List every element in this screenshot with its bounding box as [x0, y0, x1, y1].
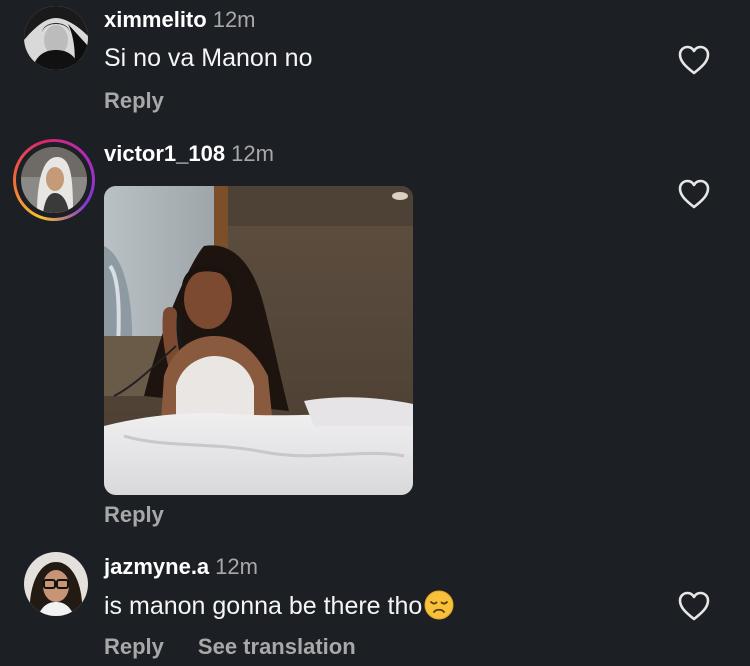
reply-button[interactable]: Reply: [104, 634, 164, 659]
comment-meta: victor1_108 12m: [104, 141, 274, 167]
timestamp: 12m: [212, 7, 256, 32]
comment-meta: jazmyne.a 12m: [104, 554, 258, 580]
username[interactable]: victor1_108: [104, 141, 225, 166]
reply-button[interactable]: Reply: [104, 502, 164, 527]
avatar[interactable]: [24, 552, 88, 616]
avatar[interactable]: [24, 6, 88, 70]
disappointed-face-emoji-icon: [424, 590, 454, 620]
comment-meta: ximmelito 12m: [104, 7, 256, 33]
heart-outline-icon[interactable]: [677, 44, 711, 76]
comment-actions: Reply See translation: [104, 634, 356, 660]
timestamp: 12m: [231, 141, 274, 166]
heart-outline-icon[interactable]: [677, 178, 711, 210]
comment-actions: Reply: [104, 88, 164, 114]
comment-text: Si no va Manon no: [104, 44, 313, 72]
reply-button[interactable]: Reply: [104, 88, 164, 113]
heart-outline-icon[interactable]: [677, 590, 711, 622]
gif-media[interactable]: [104, 186, 413, 495]
comment-text-content: is manon gonna be there tho: [104, 592, 423, 620]
comment-text: is manon gonna be there tho: [104, 590, 454, 621]
comment-actions: Reply: [104, 502, 164, 528]
username[interactable]: ximmelito: [104, 7, 207, 32]
timestamp: 12m: [215, 554, 258, 579]
avatar[interactable]: [21, 147, 87, 213]
username[interactable]: jazmyne.a: [104, 554, 209, 579]
comment-item: ximmelito 12m Si no va Manon no Reply: [0, 0, 750, 130]
see-translation-button[interactable]: See translation: [198, 634, 356, 659]
comment-item: victor1_108 12m Reply: [0, 130, 750, 530]
comment-item: jazmyne.a 12m is manon gonna be there tho…: [0, 540, 750, 666]
